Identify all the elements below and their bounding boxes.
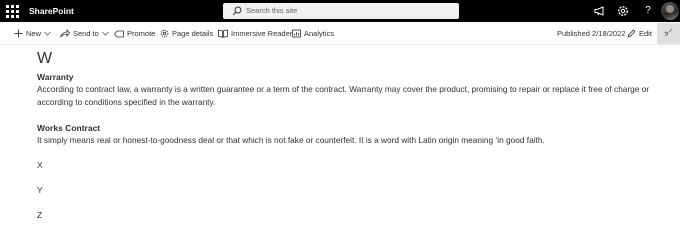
search-icon bbox=[232, 6, 242, 16]
send-to-label: Send to bbox=[73, 29, 99, 38]
page-details-label: Page details bbox=[172, 29, 214, 38]
search-input[interactable]: Search this site bbox=[223, 3, 459, 19]
plus-icon bbox=[14, 29, 23, 38]
term-heading: Works Contract bbox=[37, 123, 101, 133]
app-launcher-icon[interactable] bbox=[4, 3, 20, 19]
section-letter: Z bbox=[37, 210, 43, 220]
suite-bar: SharePoint Search this site ? bbox=[0, 0, 680, 22]
promote-button[interactable]: Promote bbox=[114, 27, 155, 40]
chevron-down-icon bbox=[44, 31, 51, 36]
pencil-icon bbox=[627, 29, 636, 38]
new-label: New bbox=[26, 29, 42, 38]
new-button[interactable]: New bbox=[14, 27, 51, 40]
help-icon[interactable]: ? bbox=[640, 3, 656, 19]
edit-button[interactable]: Edit bbox=[627, 27, 652, 40]
gear-icon bbox=[160, 29, 169, 38]
term-definition: According to contract law, a warranty is… bbox=[37, 84, 650, 107]
analytics-icon bbox=[292, 29, 301, 38]
promote-label: Promote bbox=[127, 29, 156, 38]
immersive-reader-button[interactable]: Immersive Reader bbox=[218, 27, 292, 40]
promote-icon bbox=[114, 30, 124, 37]
published-status: Published 2/18/2022 bbox=[557, 27, 625, 40]
section-letter: Y bbox=[37, 185, 43, 195]
term-heading: Warranty bbox=[37, 72, 74, 82]
term-definition: It simply means real or honest-to-goodne… bbox=[37, 135, 545, 145]
send-icon bbox=[60, 29, 70, 38]
search-placeholder: Search this site bbox=[246, 6, 298, 15]
edit-label: Edit bbox=[639, 29, 652, 38]
collapse-button[interactable] bbox=[657, 23, 680, 44]
avatar[interactable] bbox=[661, 2, 679, 20]
command-bar: New Send to Promote Page details Immersi… bbox=[0, 22, 680, 45]
chevron-down-icon bbox=[102, 31, 109, 36]
analytics-label: Analytics bbox=[304, 29, 335, 38]
settings-icon[interactable] bbox=[615, 3, 631, 19]
immersive-reader-icon bbox=[218, 29, 228, 38]
section-letter: W bbox=[37, 50, 53, 67]
section-letter: X bbox=[37, 160, 43, 170]
app-name[interactable]: SharePoint bbox=[29, 4, 74, 18]
page-details-button[interactable]: Page details bbox=[160, 27, 213, 40]
analytics-button[interactable]: Analytics bbox=[292, 27, 334, 40]
collapse-icon bbox=[664, 28, 673, 37]
megaphone-icon[interactable] bbox=[592, 3, 608, 19]
immersive-reader-label: Immersive Reader bbox=[231, 29, 293, 38]
send-to-button[interactable]: Send to bbox=[60, 27, 109, 40]
published-label: Published 2/18/2022 bbox=[557, 29, 626, 38]
